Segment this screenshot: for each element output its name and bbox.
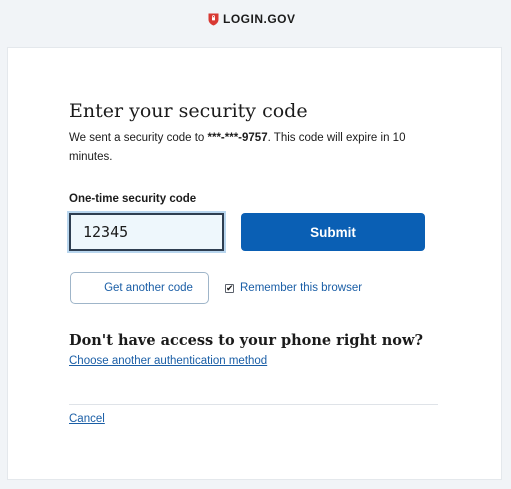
checkmark-icon: ✔ (226, 282, 234, 293)
submit-button[interactable]: Submit (241, 213, 425, 251)
login-gov-logo[interactable]: LOGIN.GOV (208, 12, 296, 26)
remember-browser-label[interactable]: Remember this browser (240, 282, 362, 294)
divider (69, 404, 438, 405)
security-code-input[interactable] (69, 213, 224, 251)
cancel-link[interactable]: Cancel (69, 413, 105, 425)
logo-text: LOGIN.GOV (223, 12, 296, 26)
get-another-code-button[interactable]: Get another code (70, 272, 209, 304)
site-header: LOGIN.GOV (0, 0, 511, 46)
remember-browser-checkbox[interactable]: ✔ (225, 282, 234, 293)
masked-phone-number: ***-***-9757 (207, 132, 268, 144)
security-code-label: One-time security code (69, 193, 197, 205)
code-sent-description: We sent a security code to ***-***-9757.… (69, 129, 439, 167)
page-title: Enter your security code (69, 100, 308, 122)
no-phone-access-heading: Don't have access to your phone right no… (69, 332, 423, 349)
shield-icon (208, 13, 219, 25)
remember-browser-option[interactable]: ✔ Remember this browser (225, 282, 362, 294)
choose-another-method-link[interactable]: Choose another authentication method (69, 355, 267, 367)
description-prefix: We sent a security code to (69, 132, 208, 144)
